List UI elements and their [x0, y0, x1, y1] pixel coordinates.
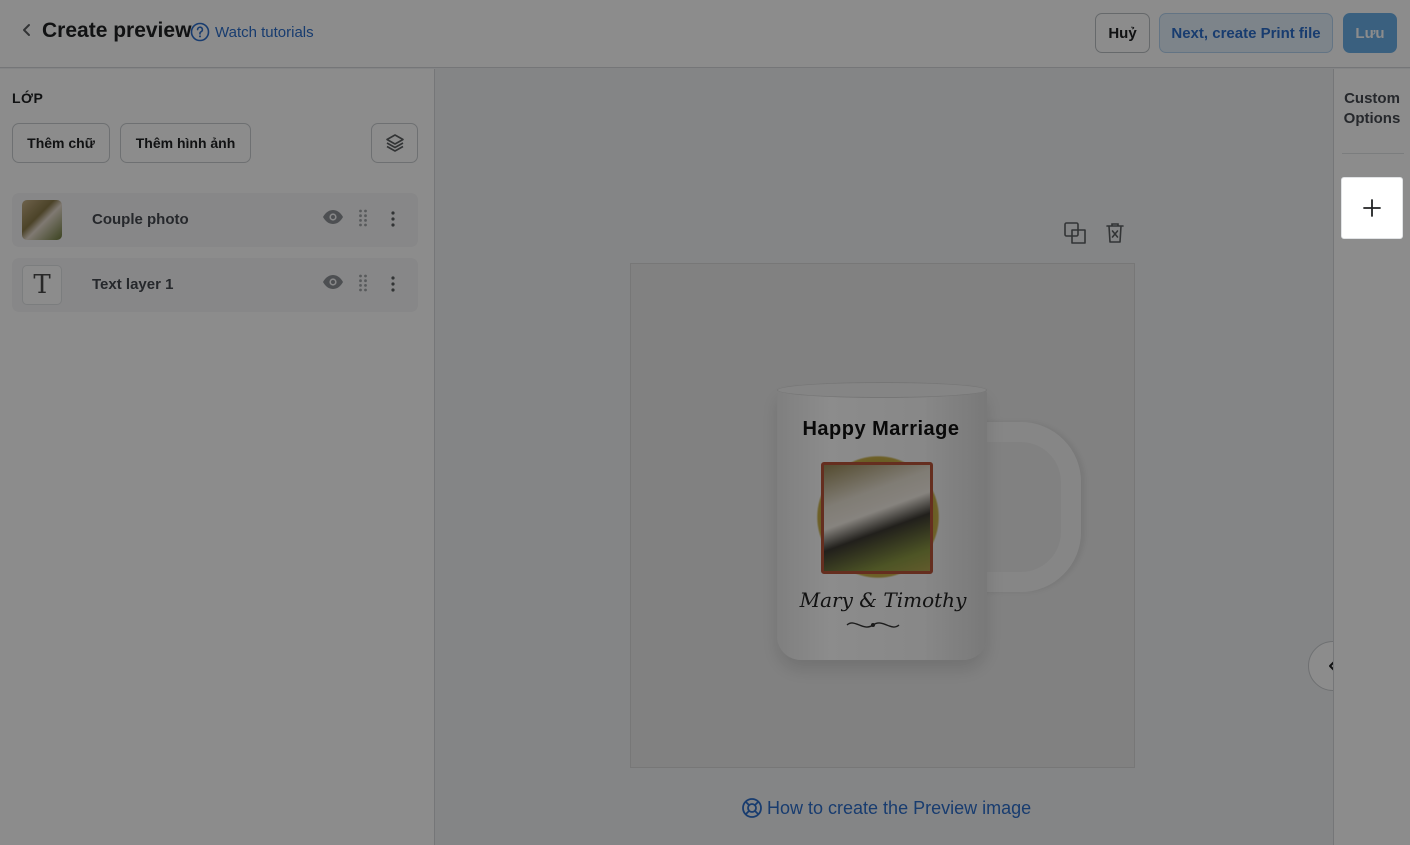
layers-stack-button[interactable]	[371, 123, 418, 163]
layers-panel: LỚP Thêm chữ Thêm hình ảnh Couple photo	[0, 69, 435, 845]
create-preview-app: Create preview Watch tutorials Huỷ Next,…	[0, 0, 1410, 845]
text-layer-glyph: T	[22, 265, 62, 305]
divider	[1342, 153, 1404, 154]
add-text-button[interactable]: Thêm chữ	[12, 123, 110, 163]
add-image-button[interactable]: Thêm hình ảnh	[120, 123, 251, 163]
eye-icon[interactable]	[322, 274, 344, 290]
how-to-create-preview-link[interactable]: How to create the Preview image	[741, 797, 1031, 819]
watch-tutorials-link[interactable]: Watch tutorials	[215, 24, 314, 41]
mug-names-text: Mary & Timothy	[799, 588, 967, 612]
layer-name: Text layer 1	[92, 276, 174, 293]
ornament-icon	[846, 622, 900, 628]
duplicate-icon[interactable]	[1063, 221, 1087, 245]
eye-icon[interactable]	[322, 209, 344, 225]
mug-rim	[777, 382, 987, 398]
layers-stack-icon	[385, 134, 404, 152]
couple-photo	[821, 462, 933, 574]
top-header: Create preview Watch tutorials Huỷ Next,…	[0, 0, 1410, 68]
drag-handle-icon[interactable]	[358, 274, 368, 292]
drag-handle-icon[interactable]	[358, 209, 368, 227]
preview-image-frame[interactable]: Happy Marriage Mary & Timothy	[630, 263, 1135, 768]
how-to-link-label: How to create the Preview image	[767, 797, 1032, 818]
layer-name: Couple photo	[92, 211, 189, 228]
lifebuoy-icon	[742, 798, 762, 818]
delete-icon[interactable]	[1103, 221, 1127, 245]
layers-panel-title: LỚP	[12, 90, 44, 106]
help-icon[interactable]	[190, 22, 210, 42]
next-create-print-file-button[interactable]: Next, create Print file	[1159, 13, 1333, 53]
more-icon[interactable]	[390, 275, 396, 293]
custom-options-title: Custom Options	[1343, 90, 1401, 127]
mug-title-text: Happy Marriage	[802, 418, 960, 440]
back-icon[interactable]	[18, 20, 36, 40]
layer-thumbnail	[22, 200, 62, 240]
preview-canvas-area: Happy Marriage Mary & Timothy How to cre…	[436, 69, 1358, 845]
more-icon[interactable]	[390, 210, 396, 228]
layer-item-text-layer-1[interactable]: T Text layer 1	[12, 258, 418, 312]
layer-item-couple-photo[interactable]: Couple photo	[12, 193, 418, 247]
plus-icon	[1363, 199, 1381, 217]
cancel-button[interactable]: Huỷ	[1095, 13, 1150, 53]
page-title: Create preview	[42, 19, 192, 42]
add-custom-option-button[interactable]	[1341, 177, 1403, 239]
save-button[interactable]: Lưu	[1343, 13, 1397, 53]
